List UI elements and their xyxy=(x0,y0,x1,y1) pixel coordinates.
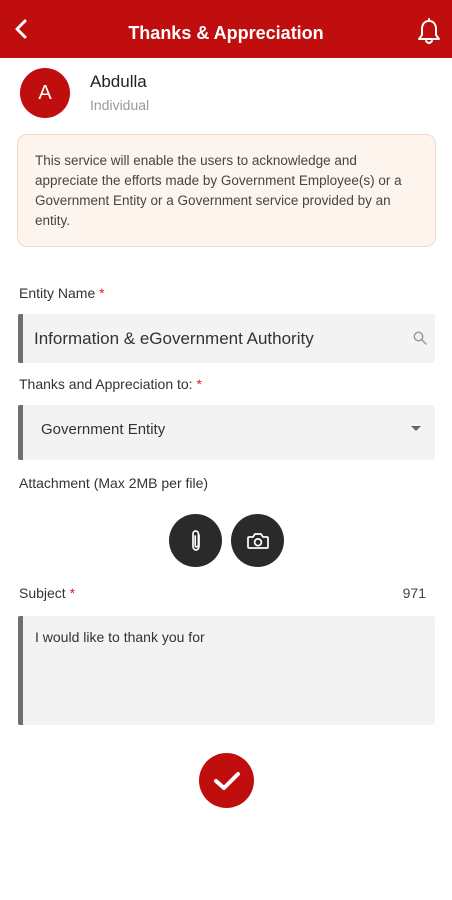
user-name: Abdulla xyxy=(90,72,147,91)
appreciation-to-label: Thanks and Appreciation to: * xyxy=(19,376,202,392)
page-title: Thanks & Appreciation xyxy=(128,23,324,43)
search-icon xyxy=(413,331,427,345)
paperclip-icon xyxy=(191,529,200,551)
required-marker: * xyxy=(196,376,202,392)
attach-file-button[interactable] xyxy=(169,514,222,567)
subject-value: I would like to thank you for xyxy=(35,629,205,645)
entity-name-input[interactable]: Information & eGovernment Authority xyxy=(18,314,435,363)
subject-label: Subject * xyxy=(19,585,75,601)
entity-name-value: Information & eGovernment Authority xyxy=(34,329,314,348)
subject-char-count: 971 xyxy=(402,585,426,601)
required-marker: * xyxy=(99,285,105,301)
subject-textarea[interactable]: I would like to thank you for xyxy=(18,616,435,725)
search-button[interactable] xyxy=(411,329,429,347)
notifications-button[interactable] xyxy=(414,17,444,47)
appreciation-to-label-text: Thanks and Appreciation to: xyxy=(19,376,193,392)
bell-icon xyxy=(418,18,440,44)
entity-name-label-text: Entity Name xyxy=(19,285,96,301)
required-marker: * xyxy=(69,585,76,601)
subject-label-text: Subject xyxy=(19,585,66,601)
camera-button[interactable] xyxy=(231,514,284,567)
avatar: A xyxy=(20,68,70,118)
app-header: Thanks & Appreciation xyxy=(0,0,452,58)
entity-name-label: Entity Name * xyxy=(19,285,105,301)
submit-button[interactable] xyxy=(199,753,254,808)
attachment-label: Attachment (Max 2MB per file) xyxy=(19,475,209,491)
appreciation-to-value: Government Entity xyxy=(41,421,166,438)
service-description: This service will enable the users to ac… xyxy=(17,134,436,247)
checkmark-icon xyxy=(213,771,240,790)
dropdown-arrow-icon xyxy=(411,426,421,431)
camera-icon xyxy=(246,532,269,549)
appreciation-to-select[interactable]: Government Entity xyxy=(18,405,435,460)
user-type: Individual xyxy=(90,97,150,113)
